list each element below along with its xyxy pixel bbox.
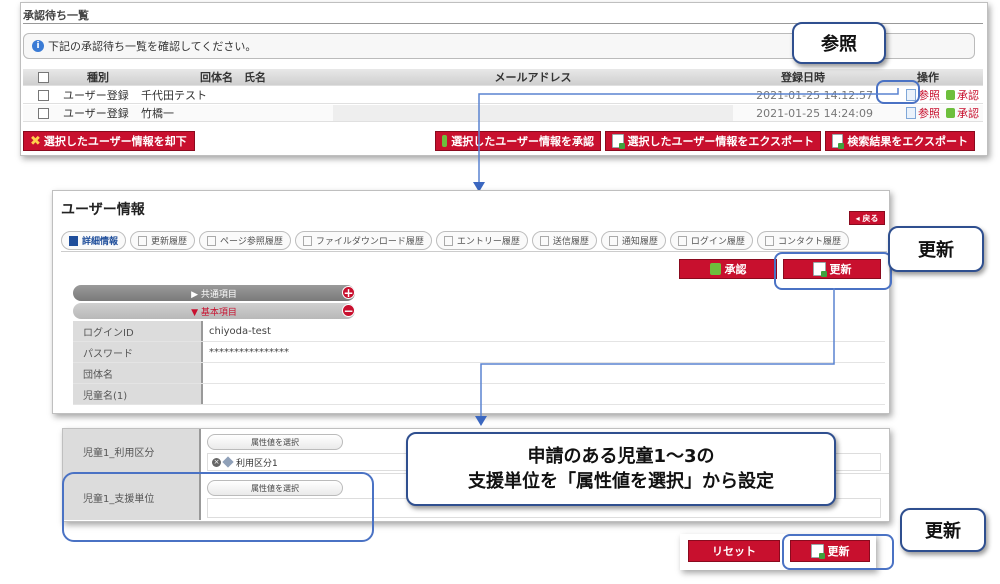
callout-update-2: 更新 bbox=[900, 508, 986, 552]
minus-icon[interactable]: − bbox=[342, 304, 355, 317]
reset-button[interactable]: リセット bbox=[688, 540, 780, 562]
row-type: ユーザー登録 bbox=[63, 107, 129, 120]
tab-bar: 詳細情報 更新履歴 ページ参照履歴 ファイルダウンロード履歴 エントリー履歴 送… bbox=[61, 231, 853, 250]
tab-notify-history[interactable]: 通知履歴 bbox=[600, 231, 666, 250]
connector-arrow bbox=[473, 88, 899, 192]
connector-arrow bbox=[475, 288, 835, 426]
row-name: 千代田テスト bbox=[141, 89, 207, 102]
note-line-2: 支援単位を「属性値を選択」から設定 bbox=[468, 471, 774, 492]
row-name: 竹橋一 bbox=[141, 107, 174, 120]
tab-entry-history[interactable]: エントリー履歴 bbox=[435, 231, 528, 250]
callout-note: 申請のある児童1～3の 支援単位を「属性値を選択」から設定 bbox=[406, 432, 836, 506]
tab-details[interactable]: 詳細情報 bbox=[61, 231, 127, 250]
remove-icon[interactable]: × bbox=[212, 457, 221, 467]
tab-contact-history[interactable]: コンタクト履歴 bbox=[756, 231, 849, 250]
approve-button[interactable]: 承認 bbox=[679, 259, 777, 279]
tab-icon bbox=[302, 235, 312, 246]
tab-icon bbox=[69, 235, 78, 246]
callout-update-1: 更新 bbox=[888, 226, 984, 272]
table-header: 種別 回体名 氏名 メールアドレス 登録日時 操作 bbox=[23, 69, 983, 86]
tab-icon bbox=[677, 235, 687, 246]
notice-text: 下記の承認待ち一覧を確認してください。 bbox=[48, 40, 257, 53]
approve-link[interactable]: 承認 bbox=[946, 87, 979, 103]
tab-login-history[interactable]: ログイン履歴 bbox=[669, 231, 753, 250]
row-type: ユーザー登録 bbox=[63, 89, 129, 102]
tab-icon bbox=[138, 235, 148, 246]
tab-divider bbox=[61, 251, 887, 252]
tab-icon bbox=[764, 235, 774, 246]
callout-view: 参照 bbox=[792, 22, 886, 64]
approval-title: 承認待ち一覧 bbox=[23, 9, 89, 22]
tab-send-history[interactable]: 送信履歴 bbox=[531, 231, 597, 250]
tab-update-history[interactable]: 更新履歴 bbox=[130, 231, 196, 250]
cross-icon: ✖ bbox=[30, 133, 41, 149]
tag-icon bbox=[222, 456, 234, 468]
thumbs-up-icon bbox=[946, 90, 955, 100]
tab-icon bbox=[443, 235, 453, 246]
col-email: メールアドレス bbox=[494, 71, 572, 84]
col-name: 回体名 氏名 bbox=[200, 71, 266, 84]
usage-label: 児童1_利用区分 bbox=[63, 429, 201, 473]
tab-icon bbox=[207, 235, 217, 246]
col-type: 種別 bbox=[87, 71, 109, 84]
thumbs-up-icon bbox=[709, 263, 721, 275]
col-date: 登録日時 bbox=[781, 71, 825, 84]
select-all-checkbox[interactable] bbox=[37, 71, 49, 83]
tab-icon bbox=[539, 235, 549, 246]
tab-page-history[interactable]: ページ参照履歴 bbox=[199, 231, 291, 250]
user-info-title: ユーザー情報 bbox=[61, 202, 145, 218]
select-attribute-button[interactable]: 属性値を選択 bbox=[207, 434, 343, 450]
view-link[interactable]: 参照 bbox=[906, 105, 940, 121]
note-line-1: 申請のある児童1～3の bbox=[527, 445, 715, 467]
approve-link[interactable]: 承認 bbox=[946, 105, 979, 121]
thumbs-up-icon bbox=[946, 108, 955, 118]
tab-icon bbox=[608, 235, 618, 246]
row-checkbox[interactable] bbox=[37, 107, 49, 119]
bottom-update-highlight bbox=[782, 534, 894, 570]
info-icon: i bbox=[32, 40, 44, 52]
tab-download-history[interactable]: ファイルダウンロード履歴 bbox=[294, 231, 432, 250]
plus-icon[interactable]: + bbox=[342, 286, 355, 299]
common-section-bar[interactable]: ▶ 共通項目 bbox=[73, 285, 355, 301]
update-highlight bbox=[774, 252, 892, 290]
row-checkbox[interactable] bbox=[37, 89, 49, 101]
back-button[interactable]: ◂ 戻る bbox=[849, 211, 885, 225]
support-highlight bbox=[62, 472, 374, 542]
thumbs-up-icon bbox=[442, 135, 448, 147]
basic-section-bar[interactable]: ▼ 基本項目 bbox=[73, 303, 355, 319]
reject-selected-button[interactable]: ✖ 選択したユーザー情報を却下 bbox=[23, 131, 195, 151]
